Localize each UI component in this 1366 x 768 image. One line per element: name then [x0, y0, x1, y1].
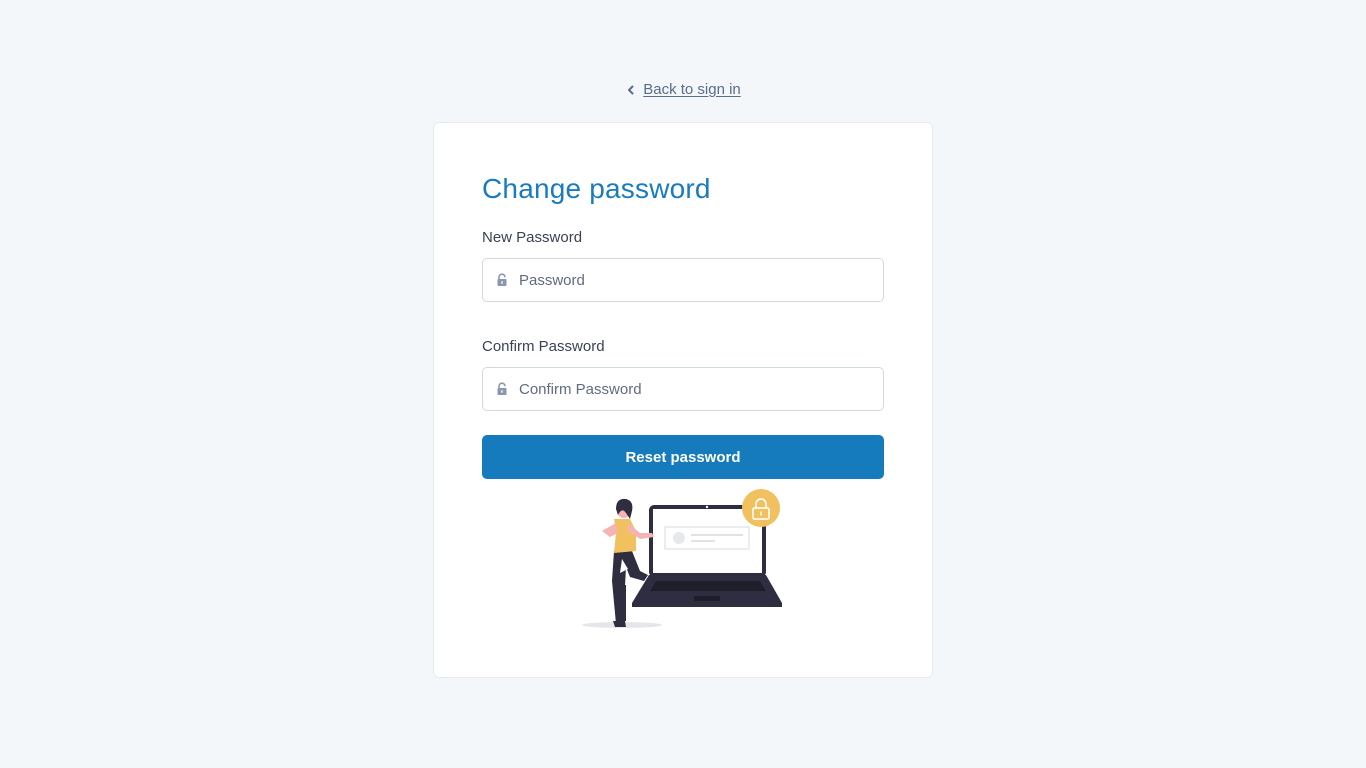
reset-password-button[interactable]: Reset password — [482, 435, 884, 479]
new-password-label: New Password — [482, 229, 583, 246]
confirm-password-field — [482, 367, 884, 411]
back-link-container: Back to sign in — [0, 81, 1366, 98]
new-password-input[interactable] — [519, 260, 883, 300]
back-to-sign-in-label: Back to sign in — [643, 81, 741, 98]
new-password-field — [482, 258, 884, 302]
confirm-password-label: Confirm Password — [482, 338, 605, 355]
person-with-laptop-lock-illustration — [582, 489, 787, 631]
chevron-left-icon — [625, 84, 637, 96]
back-to-sign-in-link[interactable]: Back to sign in — [625, 81, 741, 98]
lock-icon — [495, 382, 509, 396]
confirm-password-input[interactable] — [519, 369, 883, 409]
lock-icon — [495, 273, 509, 287]
page-title: Change password — [482, 173, 711, 204]
change-password-card: Change password New Password Confirm Pas… — [433, 122, 933, 678]
